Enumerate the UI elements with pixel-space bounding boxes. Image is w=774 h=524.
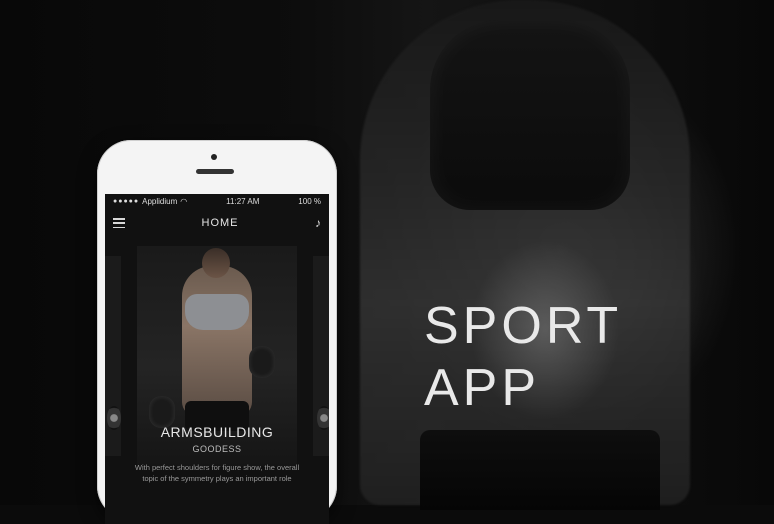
card-title: ARMSBUILDING <box>160 424 274 440</box>
phone-speaker <box>196 169 234 174</box>
status-bar: ●●●●● Applidium ◠ 11:27 AM 100 % <box>105 194 329 208</box>
carrier-name: Applidium <box>142 196 178 206</box>
card-athlete-top <box>185 294 249 330</box>
workout-carousel[interactable]: ARMSBUILDING GOODESS With perfect should… <box>105 238 329 498</box>
battery-level: 100 % <box>298 196 321 206</box>
weight-plate-icon <box>317 406 329 430</box>
nav-title: HOME <box>201 217 239 229</box>
phone-screen: ●●●●● Applidium ◠ 11:27 AM 100 % HOME ♪ <box>105 194 329 524</box>
wifi-icon: ◠ <box>180 196 188 206</box>
card-athlete-head <box>202 248 230 278</box>
phone-camera <box>211 154 217 160</box>
hero-title-line2: APP <box>424 359 541 417</box>
status-time: 11:27 AM <box>226 196 260 206</box>
nav-bar: HOME ♪ <box>105 208 329 238</box>
boxing-glove-right-icon <box>249 346 275 378</box>
hamburger-menu-icon[interactable] <box>113 218 125 228</box>
hero-title: SPORT APP <box>424 295 622 419</box>
status-left: ●●●●● Applidium ◠ <box>113 197 187 206</box>
signal-dots-icon: ●●●●● <box>113 197 140 205</box>
phone-mockup: ●●●●● Applidium ◠ 11:27 AM 100 % HOME ♪ <box>97 140 337 524</box>
athlete-sports-bra-image <box>430 20 630 210</box>
workout-card[interactable]: ARMSBUILDING GOODESS <box>137 246 297 466</box>
carousel-next-card[interactable] <box>313 256 329 456</box>
card-description: With perfect shoulders for figure show, … <box>134 463 300 483</box>
athlete-shorts-image <box>420 430 660 510</box>
hero-title-line1: SPORT <box>424 297 623 355</box>
card-subtitle: GOODESS <box>192 444 242 454</box>
music-note-icon[interactable]: ♪ <box>315 216 321 230</box>
card-athlete-body <box>182 266 252 416</box>
carousel-prev-card[interactable] <box>105 256 121 456</box>
weight-plate-icon <box>107 406 121 430</box>
